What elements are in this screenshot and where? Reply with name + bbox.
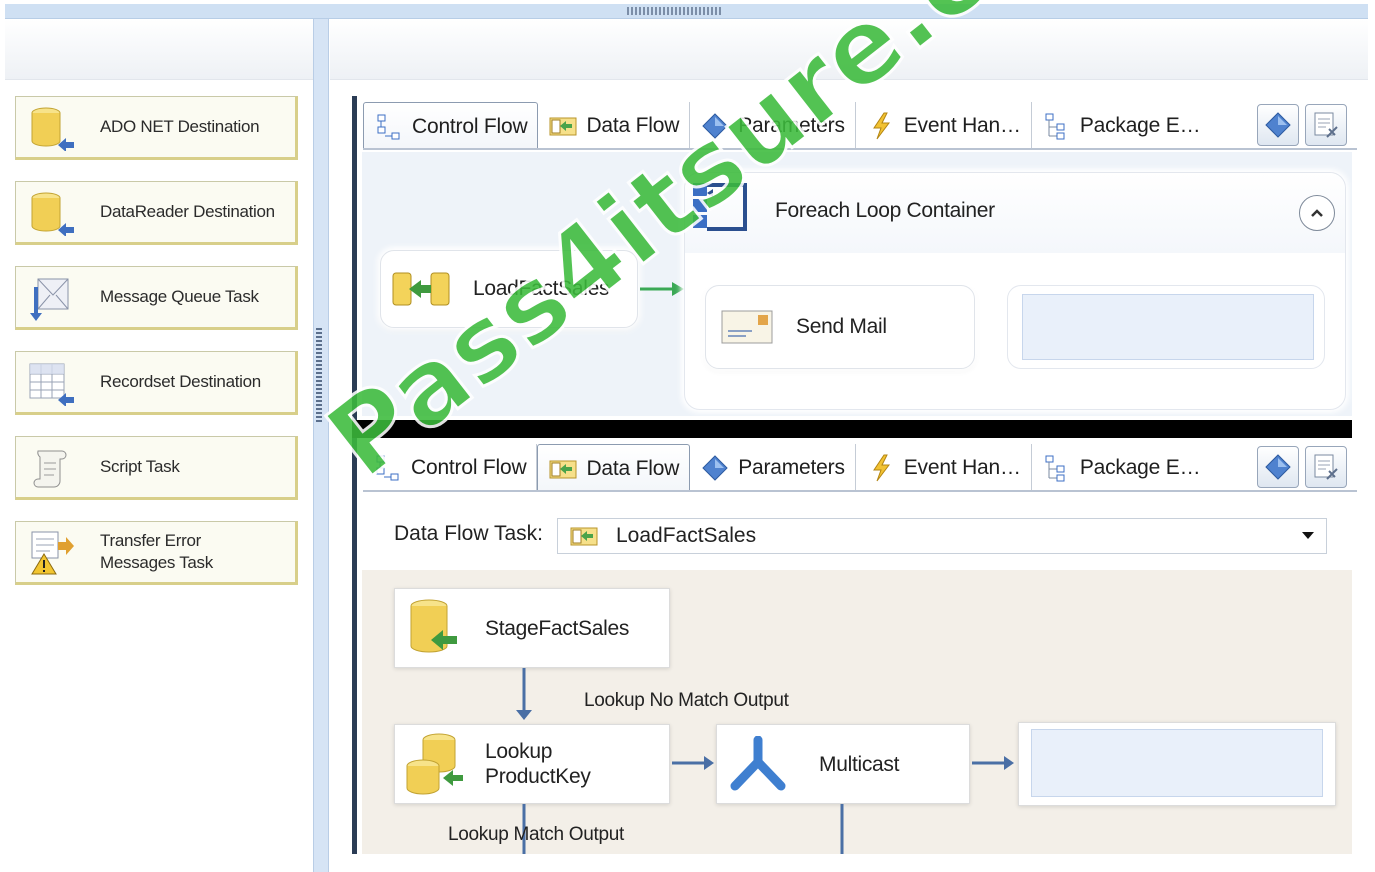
toolbox-item-label: DataReader Destination: [100, 202, 275, 221]
recordset-destination-icon: [29, 363, 74, 406]
tab-label: Control Flow: [412, 114, 528, 138]
empty-task-slot[interactable]: [1007, 285, 1325, 369]
foreach-loop-container[interactable]: Foreach Loop Container Send Mail: [684, 172, 1346, 410]
tab-parameters[interactable]: Parameters: [690, 444, 856, 492]
tab-label: Data Flow: [586, 114, 680, 137]
tab-label: Parameters: [738, 456, 845, 479]
tab-label: Event Han…: [903, 114, 1021, 137]
top-grip-handle[interactable]: [627, 7, 723, 15]
task-send-mail[interactable]: Send Mail: [705, 285, 975, 369]
control-flow-canvas[interactable]: LoadFactSales Foreach Loop Container Sen…: [362, 152, 1352, 416]
design-view-button[interactable]: [1257, 446, 1299, 488]
toolbox-item-label: Script Task: [100, 457, 180, 476]
package-explorer-icon: [1045, 113, 1065, 140]
data-flow-icon: [549, 117, 577, 136]
arrowhead-down: [516, 710, 532, 720]
code-view-button[interactable]: [1305, 446, 1347, 488]
designer-header: [330, 19, 1368, 80]
tab-data-flow[interactable]: Data Flow: [537, 444, 691, 492]
task-label: Send Mail: [796, 315, 887, 338]
tab-package-explorer[interactable]: Package E…: [1032, 444, 1211, 492]
tab-label: Package E…: [1079, 114, 1201, 137]
tab-label: Parameters: [738, 114, 845, 137]
database-destination-icon: [31, 107, 74, 151]
data-flow-task-value: LoadFactSales: [616, 524, 757, 547]
control-flow-icon: [376, 455, 399, 481]
empty-task-placeholder: [1022, 294, 1314, 360]
match-output-label[interactable]: Lookup Match Output: [448, 824, 624, 846]
toolbox-item-transfer-error-messages-task[interactable]: Transfer Error Messages Task: [15, 521, 298, 585]
lightning-icon: [872, 112, 890, 140]
tab-event-handlers[interactable]: Event Han…: [856, 102, 1032, 150]
toolbox-item-message-queue-task[interactable]: Message Queue Task: [15, 266, 298, 330]
chevron-up-icon: [1311, 209, 1323, 217]
data-paths: [516, 668, 1014, 854]
toolbox-item-label: Recordset Destination: [100, 372, 261, 391]
chevron-down-icon: [1302, 532, 1314, 539]
foreach-loop-icon: [693, 183, 747, 231]
control-flow-designer: Control Flow Data Flow Parameters Event …: [352, 96, 1357, 420]
script-scroll-icon: [33, 450, 67, 488]
tabs-underline: [363, 148, 1357, 150]
lightning-icon: [872, 454, 890, 482]
toolbox-header: [5, 19, 313, 80]
tab-package-explorer[interactable]: Package E…: [1032, 102, 1211, 150]
task-load-fact-sales[interactable]: LoadFactSales: [380, 250, 638, 328]
send-mail-icon: [721, 310, 773, 344]
toolbox-item-label: Transfer Error Messages Task: [100, 531, 213, 572]
message-queue-icon: [30, 278, 69, 321]
toolbox-item-label: Message Queue Task: [100, 287, 259, 306]
tab-control-flow[interactable]: Control Flow: [363, 444, 538, 492]
data-flow-task-label: Data Flow Task:: [394, 522, 543, 545]
arrowhead-right: [1004, 756, 1014, 770]
arrowhead-right: [704, 756, 714, 770]
tab-label: Data Flow: [586, 456, 680, 480]
splitter-grip-handle[interactable]: [316, 326, 322, 422]
pane-divider: [352, 420, 1352, 438]
toolbox-item-recordset-destination[interactable]: Recordset Destination: [15, 351, 298, 415]
precedence-arrow[interactable]: [638, 278, 688, 300]
code-view-button[interactable]: [1305, 104, 1347, 146]
designer-tabs: Control Flow Data Flow Parameters Event …: [363, 102, 1210, 150]
tab-parameters[interactable]: Parameters: [690, 102, 856, 150]
data-flow-task-icon: [392, 272, 450, 306]
parameters-icon: [702, 113, 728, 139]
transfer-error-icon: [31, 531, 74, 575]
toolbox-item-datareader-destination[interactable]: DataReader Destination: [15, 181, 298, 245]
container-title: Foreach Loop Container: [775, 199, 995, 222]
toolbox-item-ado-net-destination[interactable]: ADO NET Destination: [15, 96, 298, 160]
tabs-underline: [363, 490, 1357, 492]
package-explorer-icon: [1045, 455, 1065, 482]
diamond-icon: [1265, 454, 1291, 480]
tab-label: Control Flow: [411, 456, 527, 479]
tab-event-handlers[interactable]: Event Han…: [856, 444, 1032, 492]
task-label: LoadFactSales: [473, 277, 610, 300]
data-flow-icon: [570, 527, 598, 546]
vertical-splitter[interactable]: [313, 19, 329, 872]
collapse-button[interactable]: [1299, 195, 1335, 231]
data-flow-task-select[interactable]: LoadFactSales: [557, 518, 1327, 554]
parameters-icon: [702, 455, 728, 481]
data-flow-designer: Control Flow Data Flow Parameters Event …: [352, 438, 1357, 854]
tab-data-flow[interactable]: Data Flow: [538, 102, 691, 150]
data-flow-canvas[interactable]: StageFactSales Lookup ProductKey Multica…: [362, 570, 1352, 854]
design-view-button[interactable]: [1257, 104, 1299, 146]
diamond-icon: [1265, 112, 1291, 138]
document-tools-icon: [1314, 112, 1338, 138]
document-tools-icon: [1314, 454, 1338, 480]
toolbox-item-label: ADO NET Destination: [100, 117, 260, 136]
datareader-destination-icon: [31, 192, 74, 236]
no-match-output-label[interactable]: Lookup No Match Output: [584, 690, 789, 712]
tab-label: Event Han…: [903, 456, 1021, 479]
designer-tabs: Control Flow Data Flow Parameters Event …: [363, 444, 1210, 492]
tab-control-flow[interactable]: Control Flow: [363, 102, 539, 150]
control-flow-icon: [377, 114, 400, 139]
data-flow-icon: [549, 460, 577, 478]
tab-label: Package E…: [1079, 456, 1201, 479]
toolbox-item-script-task[interactable]: Script Task: [15, 436, 298, 500]
